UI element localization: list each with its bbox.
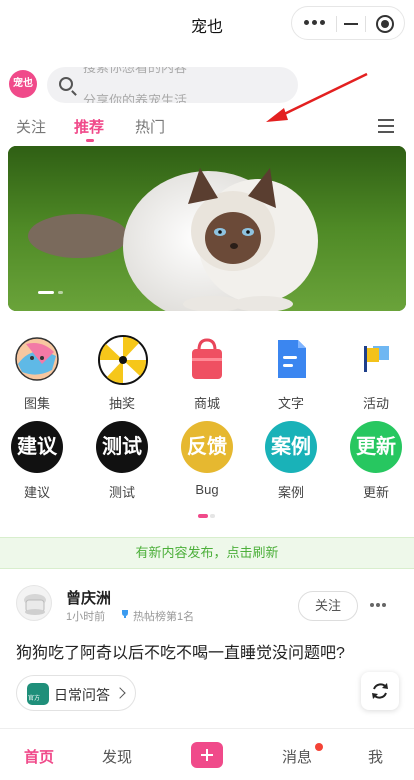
grid-item-update[interactable]: 更新 更新 (341, 421, 411, 501)
search-icon (59, 77, 73, 91)
tab-me[interactable]: 我 (368, 746, 383, 767)
case-icon: 案例 (265, 421, 317, 473)
minimize-icon[interactable] (344, 23, 358, 25)
grid-label: Bug (195, 482, 219, 497)
topic-label: 日常问答 (54, 687, 110, 703)
menu-icon[interactable] (378, 119, 394, 133)
tab-home[interactable]: 首页 (24, 746, 54, 767)
post-create-button[interactable] (191, 742, 223, 768)
grid-item-shop[interactable]: 商城 (172, 334, 242, 412)
grid-label: 测试 (108, 485, 135, 500)
hot-rank-badge: 热帖榜第1名 (133, 611, 195, 623)
trophy-icon (122, 610, 128, 618)
tab-follow[interactable]: 关注 (16, 116, 46, 137)
grid-label: 更新 (362, 485, 389, 500)
close-target-icon[interactable] (376, 15, 394, 33)
mini-program-capsule (291, 6, 405, 40)
topic-icon-text: 官方 (28, 696, 41, 702)
grid-label: 案例 (277, 485, 304, 500)
test-icon: 测试 (96, 421, 148, 473)
feedback-icon: 反馈 (181, 421, 233, 473)
topic-icon: 官方 (27, 683, 49, 705)
grid-label: 建议 (23, 485, 50, 500)
tab-discover[interactable]: 发现 (102, 746, 132, 767)
album-icon (12, 334, 62, 384)
capsule-divider (365, 16, 366, 32)
update-icon: 更新 (350, 421, 402, 473)
grid-item-test[interactable]: 测试 测试 (87, 421, 157, 501)
grid-item-lottery[interactable]: 抽奖 (87, 334, 157, 412)
search-placeholder-bottom: 分享你的养宠生活 (83, 93, 188, 103)
grid-item-bug[interactable]: 反馈 Bug (172, 421, 242, 497)
refresh-icon (372, 683, 388, 699)
capsule-divider (336, 16, 337, 32)
grid-label: 活动 (362, 396, 389, 411)
grid-label: 抽奖 (108, 396, 135, 411)
search-placeholder-top: 搜索你想看的内容 (83, 67, 188, 75)
suggestion-icon: 建议 (11, 421, 63, 473)
grid-item-activity[interactable]: 活动 (341, 334, 411, 412)
grid-label: 图集 (23, 396, 50, 411)
new-content-notice[interactable]: 有新内容发布，点击刷新 (0, 537, 414, 569)
topic-tag[interactable]: 官方 日常问答 (16, 675, 136, 711)
shopping-bag-icon (182, 334, 232, 384)
unread-dot (315, 743, 323, 751)
document-icon (266, 334, 316, 384)
avatar[interactable] (16, 585, 52, 621)
chevron-right-icon (114, 687, 126, 699)
flag-icon (351, 334, 401, 384)
post-content[interactable]: 狗狗吃了阿奇以后不吃不喝一直睡觉没问题吧? (16, 639, 345, 663)
search-input[interactable]: 搜索你想看的内容 分享你的养宠生活 (47, 67, 298, 103)
tab-recommend[interactable]: 推荐 (74, 116, 104, 137)
grid-label: 文字 (277, 396, 304, 411)
title-bar: 宠也 (0, 0, 414, 48)
more-icon[interactable] (370, 603, 386, 607)
banner-carousel[interactable] (8, 146, 406, 311)
bottom-tab-bar: 首页 发现 消息 我 (0, 728, 414, 780)
author-name[interactable]: 曾庆洲 (66, 587, 111, 608)
post-time: 1小时前 (66, 611, 106, 623)
active-tab-indicator (86, 139, 94, 142)
feed-tabs: 关注 推荐 热门 (0, 112, 414, 144)
grid-item-suggestion[interactable]: 建议 建议 (2, 421, 72, 501)
refresh-button[interactable] (361, 672, 399, 710)
logo-text: 宠也 (13, 78, 33, 89)
tab-messages[interactable]: 消息 (282, 746, 312, 767)
grid-item-text[interactable]: 文字 (256, 334, 326, 412)
tab-hot[interactable]: 热门 (135, 116, 165, 137)
grid-item-album[interactable]: 图集 (2, 334, 72, 412)
lottery-wheel-icon (97, 334, 148, 385)
cat-photo (8, 146, 406, 311)
follow-button[interactable]: 关注 (298, 591, 358, 621)
grid-item-case[interactable]: 案例 案例 (256, 421, 326, 501)
app-logo: 宠也 (9, 70, 37, 98)
grid-label: 商城 (193, 396, 220, 411)
more-icon[interactable] (304, 17, 330, 29)
